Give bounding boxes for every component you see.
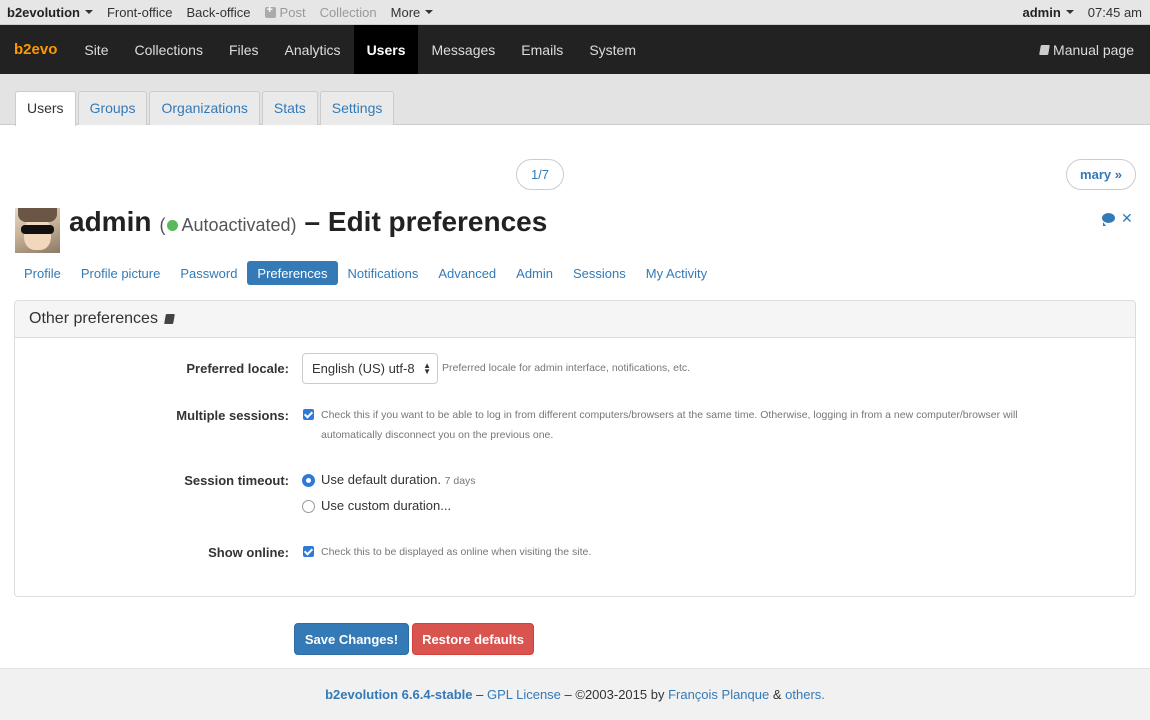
evobar-more-menu[interactable]: More [384, 0, 441, 25]
status-dot-icon [167, 220, 179, 231]
title-actions: ✕ [1102, 211, 1133, 226]
evobar-brand-label: b2evolution [7, 4, 80, 20]
tab-organizations[interactable]: Organizations [149, 91, 260, 125]
nav-files[interactable]: Files [216, 25, 272, 74]
b2evo-logo[interactable]: b2evo [0, 25, 71, 74]
evobar-more-label: More [390, 4, 421, 20]
user-login: admin [69, 206, 152, 237]
online-note: Check this to be displayed as online whe… [321, 546, 592, 558]
plus-icon [264, 4, 276, 18]
sessions-note-line1: Check this if you want to be able to log… [321, 409, 1018, 421]
page-title: admin ( Autoactivated) – Edit preferences [69, 206, 547, 242]
evobar-brand-menu[interactable]: b2evolution [0, 0, 100, 25]
footer-others-link[interactable]: others. [785, 687, 825, 702]
tab-settings[interactable]: Settings [319, 91, 395, 125]
footer-separator: – [472, 687, 487, 702]
locale-select-value: English (US) utf-8 [312, 361, 415, 376]
footer-author-link[interactable]: François Planque [668, 687, 769, 702]
show-online-checkbox[interactable] [303, 546, 314, 557]
timeout-default-note: 7 days [444, 475, 476, 487]
usertab-password[interactable]: Password [170, 261, 247, 285]
usertab-preferences[interactable]: Preferences [247, 261, 338, 285]
footer-version-link[interactable]: b2evolution 6.6.4-stable [325, 687, 472, 702]
timeout-custom-radio[interactable] [302, 500, 315, 513]
manual-page-label: Manual page [1053, 41, 1134, 58]
book-icon [1039, 44, 1050, 55]
online-label: Show online: [208, 545, 289, 560]
page-title-text: – Edit preferences [304, 206, 548, 237]
locale-label: Preferred locale: [186, 361, 289, 376]
user-tabs: Profile Profile picture Password Prefere… [14, 261, 717, 285]
sessions-label: Multiple sessions: [176, 408, 289, 423]
nav-users[interactable]: Users [353, 25, 419, 74]
caret-down-icon [425, 10, 434, 14]
nav-analytics[interactable]: Analytics [272, 25, 354, 74]
panel-heading-title: Other preferences [29, 310, 158, 327]
locale-select[interactable]: English (US) utf-8 ▲ ▼ [302, 353, 438, 384]
select-arrows-icon: ▲ ▼ [423, 361, 431, 376]
evobar-front-office[interactable]: Front-office [100, 0, 180, 25]
evobar-time: 07:45 am [1087, 4, 1142, 20]
avatar[interactable] [15, 208, 60, 253]
tab-users[interactable]: Users [15, 91, 76, 126]
caret-down-icon [1065, 10, 1074, 14]
timeout-label: Session timeout: [184, 473, 289, 488]
evobar-user-label: admin [1022, 4, 1061, 20]
footer-ampersand: & [769, 687, 786, 702]
evobar-post-label: Post [279, 4, 306, 20]
footer-copyright: – ©2003-2015 by [560, 687, 669, 702]
close-icon[interactable]: ✕ [1121, 211, 1133, 225]
usertab-profile-picture[interactable]: Profile picture [71, 261, 170, 285]
usertab-my-activity[interactable]: My Activity [636, 261, 717, 285]
timeout-default-radio[interactable] [302, 474, 315, 487]
multiple-sessions-checkbox[interactable] [303, 409, 314, 420]
evobar: b2evolution Front-office Back-office Pos… [0, 0, 1150, 25]
restore-defaults-button[interactable]: Restore defaults [412, 623, 534, 655]
caret-down-icon [84, 10, 93, 14]
evobar-collection[interactable]: Collection [313, 0, 384, 25]
subtabs: Users Groups Organizations Stats Setting… [15, 91, 396, 126]
user-pager-count[interactable]: 1/7 [516, 159, 564, 190]
nav-collections[interactable]: Collections [121, 25, 215, 74]
usertab-notifications[interactable]: Notifications [338, 261, 429, 285]
tab-stats[interactable]: Stats [261, 91, 318, 125]
main-nav: b2evo Site Collections Files Analytics U… [0, 25, 1150, 74]
usertab-sessions[interactable]: Sessions [563, 261, 636, 285]
avatar-glasses [21, 225, 54, 234]
usertab-advanced[interactable]: Advanced [428, 261, 506, 285]
tab-groups[interactable]: Groups [77, 91, 148, 125]
timeout-default-text: Use default duration. [321, 472, 441, 487]
footer: b2evolution 6.6.4-stable – GPL License –… [0, 668, 1150, 720]
avatar-face [24, 218, 51, 250]
manual-page-link[interactable]: Manual page [1024, 25, 1150, 74]
nav-system[interactable]: System [576, 25, 649, 74]
sessions-note-line2: automatically disconnect you on the prev… [321, 429, 554, 441]
next-user-button[interactable]: mary » [1066, 159, 1136, 190]
comment-icon[interactable] [1102, 213, 1115, 226]
avatar-hair [18, 208, 57, 222]
nav-site[interactable]: Site [71, 25, 121, 74]
nav-emails[interactable]: Emails [508, 25, 576, 74]
usertab-profile[interactable]: Profile [14, 261, 71, 285]
timeout-default-label[interactable]: Use default duration. 7 days [321, 472, 476, 487]
preferences-panel: Other preferences Preferred locale: Engl… [14, 300, 1136, 597]
status-badge: ( Autoactivated) [159, 215, 296, 236]
panel-heading: Other preferences [15, 301, 1135, 338]
nav-messages[interactable]: Messages [418, 25, 508, 74]
save-changes-button[interactable]: Save Changes! [294, 623, 409, 655]
locale-note: Preferred locale for admin interface, no… [442, 362, 691, 374]
footer-license-link[interactable]: GPL License [487, 687, 561, 702]
status-open-paren: ( [159, 215, 166, 235]
evobar-user-menu[interactable]: admin [1016, 0, 1081, 25]
evobar-post[interactable]: Post [258, 0, 313, 25]
subtabs-bar: Users Groups Organizations Stats Setting… [0, 74, 1150, 126]
book-icon[interactable] [164, 314, 175, 324]
usertab-admin[interactable]: Admin [506, 261, 563, 285]
timeout-custom-label[interactable]: Use custom duration... [321, 498, 451, 513]
status-text: Autoactivated) [181, 215, 297, 235]
evobar-back-office[interactable]: Back-office [179, 0, 257, 25]
